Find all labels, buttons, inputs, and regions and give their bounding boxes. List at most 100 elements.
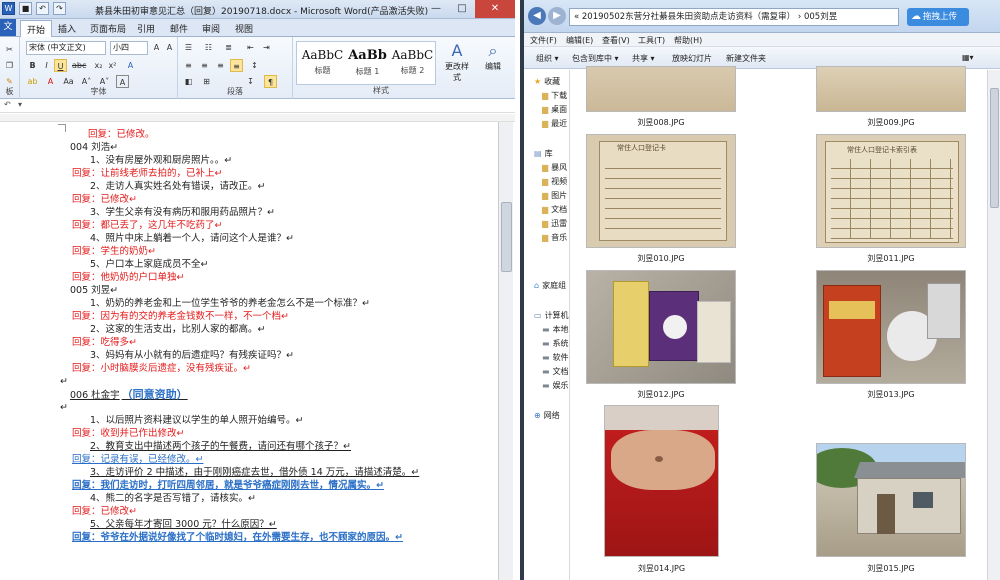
underline-icon[interactable]: U <box>54 59 67 72</box>
line-spacing-icon[interactable]: ↕ <box>248 59 261 72</box>
style-heading-2[interactable]: AaBbC 标题 2 <box>390 44 435 84</box>
nav-item-pc[interactable]: ▭ 计算机 <box>534 310 569 321</box>
file-tile-014[interactable]: 刘昱014.JPG <box>604 405 719 575</box>
file-tile-015[interactable]: 刘昱015.JPG <box>816 443 966 575</box>
save-icon[interactable]: ■ <box>19 2 32 15</box>
menu-file[interactable]: 文件(F) <box>530 35 557 46</box>
decrease-indent-icon[interactable]: ⇤ <box>244 41 257 54</box>
file-tile-012[interactable]: 刘昱012.JPG <box>586 270 736 400</box>
doc-line: ↵ <box>60 376 68 387</box>
minimize-button[interactable]: — <box>423 0 449 18</box>
explorer-scrollbar[interactable] <box>987 70 1000 580</box>
nav-item-star[interactable]: ★ 收藏 <box>534 76 560 87</box>
nav-item-lib[interactable]: ▤ 库 <box>534 148 553 159</box>
justify-icon[interactable]: ≡ <box>230 59 243 72</box>
numbering-icon[interactable]: ☷ <box>202 41 215 54</box>
maximize-button[interactable]: □ <box>449 0 475 18</box>
copy-icon[interactable]: ❐ <box>3 59 16 72</box>
menu-help[interactable]: 帮助(H) <box>674 35 702 46</box>
nav-item-home[interactable]: ⌂ 家庭组 <box>534 280 566 291</box>
bold-icon[interactable]: B <box>26 59 39 72</box>
file-tile-013[interactable]: 刘昱013.JPG <box>816 270 966 400</box>
nav-item-disk[interactable]: ▬ 系统 <box>542 338 569 349</box>
subscript-icon[interactable]: x₂ <box>92 59 105 72</box>
shrink-font-icon[interactable]: A <box>163 41 176 54</box>
nav-item-folder[interactable]: ▆ 图片 <box>542 190 567 201</box>
file-tile-009[interactable]: 刘昱009.JPG <box>816 66 966 128</box>
slideshow-button[interactable]: 放映幻灯片 <box>672 53 712 64</box>
tab-view[interactable]: 视图 <box>235 22 253 35</box>
word-titlebar: W ■ ↶ ↷ 綦县朱田初审意见汇总（回复）20190718.docx - Mi… <box>0 0 515 19</box>
customize-icon[interactable]: ▾ <box>18 100 22 109</box>
nav-item-disk[interactable]: ▬ 本地 <box>542 324 569 335</box>
new-folder-button[interactable]: 新建文件夹 <box>726 53 766 64</box>
menu-edit[interactable]: 编辑(E) <box>566 35 593 46</box>
superscript-icon[interactable]: x² <box>106 59 119 72</box>
bullets-icon[interactable]: ☰ <box>182 41 195 54</box>
tab-home[interactable]: 开始 <box>20 20 53 38</box>
scroll-thumb[interactable] <box>501 202 512 272</box>
tab-page-layout[interactable]: 页面布局 <box>90 22 126 35</box>
undo-small-icon[interactable]: ↶ <box>4 100 11 109</box>
cut-icon[interactable]: ✂ <box>3 43 16 56</box>
include-library-button[interactable]: 包含到库中 ▾ <box>572 53 619 64</box>
tab-review[interactable]: 审阅 <box>202 22 220 35</box>
file-name: 刘昱008.JPG <box>637 118 685 127</box>
nav-item-folder[interactable]: ▆ 最近 <box>542 118 567 129</box>
italic-icon[interactable]: I <box>40 59 53 72</box>
multilevel-icon[interactable]: ≣ <box>222 41 235 54</box>
nav-item-folder[interactable]: ▆ 桌面 <box>542 104 567 115</box>
grow-font-icon[interactable]: A <box>150 41 163 54</box>
tab-file[interactable]: 文 <box>0 19 16 36</box>
nav-item-net[interactable]: ⊕ 网络 <box>534 410 560 421</box>
vertical-scrollbar[interactable] <box>498 122 513 580</box>
back-icon[interactable]: ◀ <box>528 7 546 25</box>
nav-item-folder[interactable]: ▆ 暴风 <box>542 162 567 173</box>
nav-item-disk[interactable]: ▬ 娱乐 <box>542 380 569 391</box>
file-tile-010[interactable]: 常住人口登记卡 刘昱010.JPG <box>586 134 736 264</box>
menu-view[interactable]: 查看(V) <box>602 35 630 46</box>
font-size-select[interactable]: 小四 <box>110 41 148 55</box>
tab-insert[interactable]: 插入 <box>58 22 76 35</box>
file-thumbnail: 常住人口登记卡索引表 <box>816 134 966 248</box>
change-styles-button[interactable]: A 更改样式 <box>442 41 472 83</box>
increase-indent-icon[interactable]: ⇥ <box>260 41 273 54</box>
nav-item-folder[interactable]: ▆ 音乐 <box>542 232 567 243</box>
doc-line: 1、没有房屋外观和厨房照片。。↵ <box>90 155 233 166</box>
nav-item-folder[interactable]: ▆ 视频 <box>542 176 567 187</box>
address-input[interactable]: « 20190502东营分社綦县朱田资助点走访资料（需复审） › 005刘昱 <box>569 8 899 26</box>
nav-item-folder[interactable]: ▆ 迅雷 <box>542 218 567 229</box>
style-title[interactable]: AaBbC 标题 <box>300 44 345 84</box>
tab-mailings[interactable]: 邮件 <box>170 22 188 35</box>
editing-button[interactable]: ⌕ 编辑 <box>478 41 508 72</box>
folder-icon: ▆ <box>542 219 549 228</box>
align-center-icon[interactable]: ≡ <box>198 59 211 72</box>
doc-line: 1、奶奶的养老金和上一位学生爷爷的养老金怎么不是一个标准？↵ <box>90 298 371 309</box>
nav-item-folder[interactable]: ▆ 下载 <box>542 90 567 101</box>
strikethrough-icon[interactable]: abc <box>72 59 86 72</box>
nav-item-folder[interactable]: ▆ 文档 <box>542 204 567 215</box>
nav-item-disk[interactable]: ▬ 文档 <box>542 366 569 377</box>
style-heading-1[interactable]: AaBb 标题 1 <box>345 44 390 84</box>
align-right-icon[interactable]: ≡ <box>214 59 227 72</box>
document-body[interactable]: 回复：已修改。 004 刘浩↵ 1、没有房屋外观和厨房照片。。↵ 回复：让前线老师去拍… <box>60 126 500 580</box>
word-app-icon[interactable]: W <box>2 2 15 15</box>
view-options-icon[interactable]: ▦▾ <box>962 53 974 62</box>
forward-icon[interactable]: ▶ <box>548 7 566 25</box>
align-left-icon[interactable]: ≡ <box>182 59 195 72</box>
share-button[interactable]: 共享 ▾ <box>632 53 655 64</box>
tab-references[interactable]: 引用 <box>137 22 155 35</box>
doc-line: 回复：都已丢了，这几年不吃药了↵ <box>72 220 223 231</box>
font-name-select[interactable]: 宋体 (中文正文) <box>26 41 106 55</box>
menu-tools[interactable]: 工具(T) <box>638 35 665 46</box>
upload-button[interactable]: ☁ 拖拽上传 <box>907 8 969 26</box>
file-tile-008[interactable]: 刘昱008.JPG <box>586 66 736 128</box>
close-button[interactable]: ✕ <box>475 0 515 18</box>
redo-icon[interactable]: ↷ <box>53 2 66 15</box>
organize-button[interactable]: 组织 ▾ <box>536 53 559 64</box>
explorer-scroll-thumb[interactable] <box>990 88 999 208</box>
text-effects-icon[interactable]: A <box>124 59 137 72</box>
file-tile-011[interactable]: 常住人口登记卡索引表 刘昱011.JPG <box>816 134 966 264</box>
undo-icon[interactable]: ↶ <box>36 2 49 15</box>
nav-item-disk[interactable]: ▬ 软件 <box>542 352 569 363</box>
